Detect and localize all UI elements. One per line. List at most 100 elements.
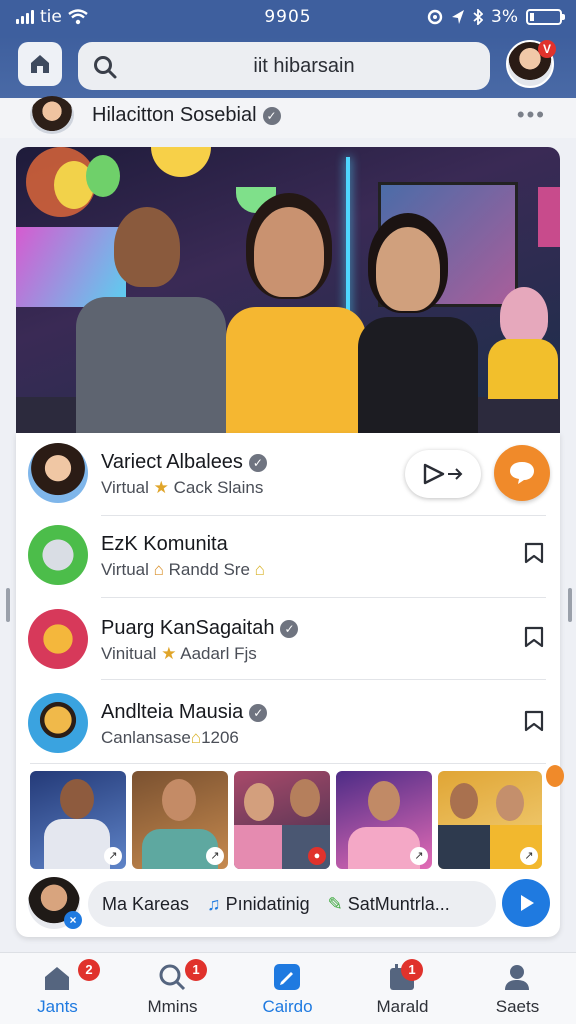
media-thumbnail[interactable]: ↗ (438, 771, 542, 869)
list-item-title: Puarg KanSagaitah (101, 617, 275, 639)
tab-marald[interactable]: 1 Marald (345, 953, 460, 1024)
pencil-icon: ✎ (327, 893, 343, 914)
chat-button[interactable] (494, 445, 550, 501)
tab-mmins[interactable]: 1 Mmins (115, 953, 230, 1024)
bookmark-button[interactable] (522, 625, 546, 654)
hat-icon: ⌂ (190, 728, 202, 747)
community-avatar (28, 693, 88, 753)
composer: × Ma Kareas ♫ Pınidatinig ✎ SatMuntrla..… (28, 873, 550, 929)
notification-badge: 1 (185, 959, 207, 981)
media-thumbnail[interactable]: ↗ (132, 771, 228, 869)
media-thumbnail[interactable]: ● (234, 771, 330, 869)
composer-input[interactable]: Ma Kareas ♫ Pınidatinig ✎ SatMuntrla... (88, 881, 496, 927)
verified-icon: ✓ (280, 619, 299, 638)
profile-icon (505, 965, 529, 990)
verified-icon: ✓ (249, 703, 268, 722)
edit-chip-label: SatMuntrla... (347, 893, 450, 914)
more-options-icon[interactable]: ••• (517, 102, 546, 128)
music-icon: ♫ (207, 893, 221, 914)
tab-jants[interactable]: 2 Jants (0, 953, 115, 1024)
home-button[interactable] (18, 42, 62, 86)
music-chip-label: Pınidatinig (225, 893, 310, 914)
list-item-title: Varieсt Albalees (101, 451, 243, 473)
top-bar: iit hibarsain V (0, 36, 576, 98)
list-item-type: Canlansase (101, 728, 191, 747)
alarm-icon (427, 9, 443, 25)
tab-label: Jants (37, 997, 78, 1016)
community-avatar (28, 609, 88, 669)
record-icon: ● (308, 847, 326, 865)
location-icon (452, 10, 465, 24)
search-bar[interactable]: iit hibarsain (78, 42, 490, 90)
expand-icon: ↗ (410, 847, 428, 865)
status-bar: tie 9905 3% (0, 0, 576, 36)
hat-icon: ⌂ (153, 560, 164, 579)
scroll-handle-right[interactable] (568, 588, 572, 622)
scroll-handle-left (6, 588, 10, 622)
search-people-icon (159, 964, 186, 991)
list-item-title: Andlteia Mausia (101, 701, 244, 723)
play-icon (521, 895, 534, 911)
search-icon (94, 56, 117, 79)
list-item-title: EzK Komunita (101, 533, 228, 555)
play-forward-icon (423, 463, 463, 485)
star-icon: ★ (153, 478, 169, 497)
composer-chip-music[interactable]: ♫ Pınidatinig (207, 894, 310, 915)
tab-saets[interactable]: Saets (460, 953, 575, 1024)
home-icon (31, 55, 49, 73)
tab-cairdo[interactable]: Cairdo (230, 953, 345, 1024)
list-item-type: Vinitual (101, 644, 157, 663)
owner-avatar[interactable] (30, 96, 74, 134)
list-item[interactable]: Puarg KanSagaitah ✓ Vinitual ★ Aadarl Fjs (16, 599, 560, 681)
verified-icon: ✓ (248, 453, 267, 472)
list-item-detail: Randd Sre (168, 560, 250, 579)
media-thumbnail[interactable]: ↗ (30, 771, 126, 869)
hat-icon: ⌂ (254, 560, 265, 579)
composer-chip-edit[interactable]: ✎ SatMuntrla... (328, 894, 450, 915)
owner-name[interactable]: Hilacitton Sosebial (92, 104, 257, 126)
close-icon[interactable]: × (64, 911, 82, 929)
tab-label: Saets (495, 997, 540, 1016)
composer-chip[interactable]: Ma Kareas (102, 894, 189, 915)
bookmark-button[interactable] (522, 541, 546, 570)
more-indicator (546, 765, 564, 787)
verified-icon: ✓ (262, 106, 281, 125)
expand-icon: ↗ (206, 847, 224, 865)
list-item-type: Virtual (101, 478, 149, 497)
chat-icon (510, 462, 534, 484)
divider (101, 597, 546, 598)
divider (30, 763, 546, 764)
communities-card: Varieсt Albalees ✓ Virtual ★ Cack Slains … (16, 433, 564, 937)
battery-percent: 3% (491, 7, 518, 27)
list-item-detail: Aadarl Fjs (180, 644, 257, 663)
notification-badge: 2 (78, 959, 100, 981)
send-button[interactable] (502, 879, 550, 927)
list-item[interactable]: Andlteia Mausia ✓ Canlansase⌂1206 (16, 683, 560, 765)
search-input[interactable]: iit hibarsain (78, 55, 490, 78)
bookmark-icon (524, 710, 544, 732)
expand-icon: ↗ (104, 847, 122, 865)
community-avatar (28, 443, 88, 503)
tab-label: Mmins (147, 997, 198, 1016)
post-image[interactable] (16, 147, 560, 433)
profile-badge: V (538, 40, 556, 58)
list-item[interactable]: Varieсt Albalees ✓ Virtual ★ Cack Slains (16, 433, 560, 515)
edit-icon (274, 964, 300, 990)
battery-icon (526, 9, 565, 25)
divider (101, 679, 546, 680)
bluetooth-icon (473, 9, 484, 25)
tab-label: Marald (376, 997, 429, 1016)
bottom-nav: 2 Jants 1 Mmins Cairdo 1 Marald Saets (0, 952, 576, 1024)
bookmark-button[interactable] (522, 709, 546, 738)
list-item-detail: Cack Slains (173, 478, 264, 497)
list-item-detail: 1206 (201, 728, 239, 747)
play-share-button[interactable] (405, 450, 481, 498)
list-item[interactable]: EzK Komunita Virtual ⌂ Randd Sre ⌂ (16, 515, 560, 597)
media-thumbnail[interactable]: ↗ (336, 771, 432, 869)
bookmark-icon (524, 626, 544, 648)
bookmark-icon (524, 542, 544, 564)
home-icon (45, 967, 69, 990)
tab-label: Cairdo (262, 997, 313, 1016)
community-avatar (28, 525, 88, 585)
list-item-type: Virtual (101, 560, 149, 579)
